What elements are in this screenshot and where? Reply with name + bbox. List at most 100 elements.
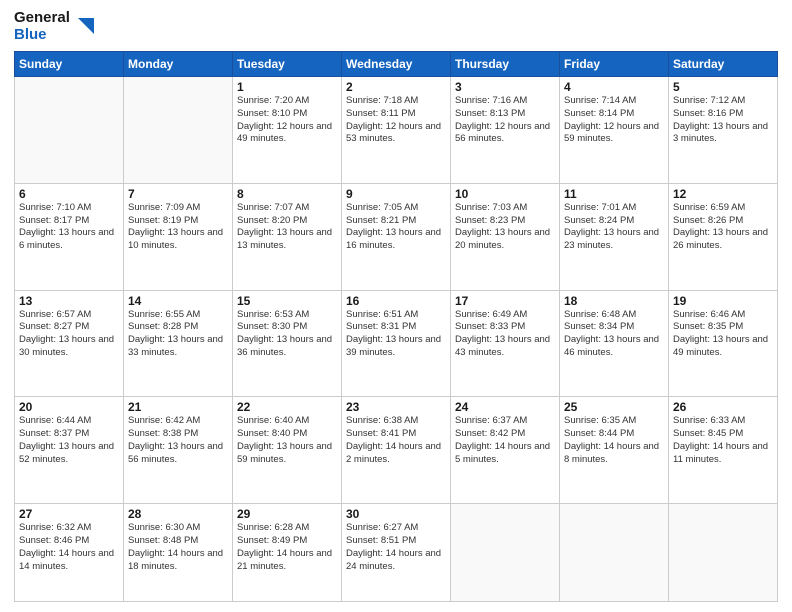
- day-info: Sunrise: 6:48 AM Sunset: 8:34 PM Dayligh…: [564, 309, 664, 360]
- calendar-cell: [15, 77, 124, 184]
- day-info: Sunrise: 6:53 AM Sunset: 8:30 PM Dayligh…: [237, 309, 337, 360]
- day-info: Sunrise: 6:27 AM Sunset: 8:51 PM Dayligh…: [346, 522, 446, 573]
- calendar-cell: 6Sunrise: 7:10 AM Sunset: 8:17 PM Daylig…: [15, 183, 124, 290]
- calendar-cell: 23Sunrise: 6:38 AM Sunset: 8:41 PM Dayli…: [342, 397, 451, 504]
- day-number: 10: [455, 187, 555, 201]
- calendar-cell: 24Sunrise: 6:37 AM Sunset: 8:42 PM Dayli…: [451, 397, 560, 504]
- calendar-week-3: 13Sunrise: 6:57 AM Sunset: 8:27 PM Dayli…: [15, 290, 778, 397]
- header: General Blue: [14, 10, 778, 43]
- day-number: 5: [673, 80, 773, 94]
- day-number: 22: [237, 400, 337, 414]
- calendar-cell: 21Sunrise: 6:42 AM Sunset: 8:38 PM Dayli…: [124, 397, 233, 504]
- day-number: 30: [346, 507, 446, 521]
- day-number: 23: [346, 400, 446, 414]
- day-info: Sunrise: 6:37 AM Sunset: 8:42 PM Dayligh…: [455, 415, 555, 466]
- day-number: 28: [128, 507, 228, 521]
- calendar-cell: 1Sunrise: 7:20 AM Sunset: 8:10 PM Daylig…: [233, 77, 342, 184]
- day-info: Sunrise: 7:14 AM Sunset: 8:14 PM Dayligh…: [564, 95, 664, 146]
- day-number: 1: [237, 80, 337, 94]
- calendar-cell: 27Sunrise: 6:32 AM Sunset: 8:46 PM Dayli…: [15, 504, 124, 602]
- day-info: Sunrise: 6:33 AM Sunset: 8:45 PM Dayligh…: [673, 415, 773, 466]
- calendar-cell: 17Sunrise: 6:49 AM Sunset: 8:33 PM Dayli…: [451, 290, 560, 397]
- day-number: 16: [346, 294, 446, 308]
- day-number: 29: [237, 507, 337, 521]
- day-info: Sunrise: 6:28 AM Sunset: 8:49 PM Dayligh…: [237, 522, 337, 573]
- calendar-week-2: 6Sunrise: 7:10 AM Sunset: 8:17 PM Daylig…: [15, 183, 778, 290]
- calendar-cell: 7Sunrise: 7:09 AM Sunset: 8:19 PM Daylig…: [124, 183, 233, 290]
- day-info: Sunrise: 7:20 AM Sunset: 8:10 PM Dayligh…: [237, 95, 337, 146]
- day-number: 14: [128, 294, 228, 308]
- calendar-cell: 25Sunrise: 6:35 AM Sunset: 8:44 PM Dayli…: [560, 397, 669, 504]
- calendar-week-4: 20Sunrise: 6:44 AM Sunset: 8:37 PM Dayli…: [15, 397, 778, 504]
- logo-wordmark: General Blue: [14, 10, 70, 43]
- weekday-header-thursday: Thursday: [451, 52, 560, 77]
- calendar-cell: [669, 504, 778, 602]
- calendar-cell: 8Sunrise: 7:07 AM Sunset: 8:20 PM Daylig…: [233, 183, 342, 290]
- calendar-cell: 28Sunrise: 6:30 AM Sunset: 8:48 PM Dayli…: [124, 504, 233, 602]
- calendar-cell: 30Sunrise: 6:27 AM Sunset: 8:51 PM Dayli…: [342, 504, 451, 602]
- calendar-cell: 18Sunrise: 6:48 AM Sunset: 8:34 PM Dayli…: [560, 290, 669, 397]
- day-number: 26: [673, 400, 773, 414]
- day-info: Sunrise: 7:12 AM Sunset: 8:16 PM Dayligh…: [673, 95, 773, 146]
- day-number: 8: [237, 187, 337, 201]
- day-info: Sunrise: 6:59 AM Sunset: 8:26 PM Dayligh…: [673, 202, 773, 253]
- day-number: 7: [128, 187, 228, 201]
- day-info: Sunrise: 7:01 AM Sunset: 8:24 PM Dayligh…: [564, 202, 664, 253]
- day-number: 15: [237, 294, 337, 308]
- calendar-cell: 19Sunrise: 6:46 AM Sunset: 8:35 PM Dayli…: [669, 290, 778, 397]
- day-info: Sunrise: 6:42 AM Sunset: 8:38 PM Dayligh…: [128, 415, 228, 466]
- day-number: 2: [346, 80, 446, 94]
- day-number: 9: [346, 187, 446, 201]
- day-number: 27: [19, 507, 119, 521]
- calendar-cell: 13Sunrise: 6:57 AM Sunset: 8:27 PM Dayli…: [15, 290, 124, 397]
- day-number: 18: [564, 294, 664, 308]
- day-info: Sunrise: 7:10 AM Sunset: 8:17 PM Dayligh…: [19, 202, 119, 253]
- day-info: Sunrise: 6:40 AM Sunset: 8:40 PM Dayligh…: [237, 415, 337, 466]
- weekday-header-wednesday: Wednesday: [342, 52, 451, 77]
- day-number: 11: [564, 187, 664, 201]
- day-number: 24: [455, 400, 555, 414]
- calendar-page: General Blue SundayMondayTuesdayWednesda…: [0, 0, 792, 612]
- calendar-cell: 4Sunrise: 7:14 AM Sunset: 8:14 PM Daylig…: [560, 77, 669, 184]
- day-info: Sunrise: 7:09 AM Sunset: 8:19 PM Dayligh…: [128, 202, 228, 253]
- calendar-cell: 22Sunrise: 6:40 AM Sunset: 8:40 PM Dayli…: [233, 397, 342, 504]
- logo-general: General: [14, 10, 70, 27]
- day-number: 4: [564, 80, 664, 94]
- calendar-cell: 5Sunrise: 7:12 AM Sunset: 8:16 PM Daylig…: [669, 77, 778, 184]
- logo-icon: [72, 14, 94, 36]
- day-info: Sunrise: 7:18 AM Sunset: 8:11 PM Dayligh…: [346, 95, 446, 146]
- day-number: 12: [673, 187, 773, 201]
- calendar-cell: 10Sunrise: 7:03 AM Sunset: 8:23 PM Dayli…: [451, 183, 560, 290]
- day-info: Sunrise: 6:55 AM Sunset: 8:28 PM Dayligh…: [128, 309, 228, 360]
- calendar-cell: 9Sunrise: 7:05 AM Sunset: 8:21 PM Daylig…: [342, 183, 451, 290]
- day-number: 13: [19, 294, 119, 308]
- calendar-cell: 11Sunrise: 7:01 AM Sunset: 8:24 PM Dayli…: [560, 183, 669, 290]
- day-info: Sunrise: 6:30 AM Sunset: 8:48 PM Dayligh…: [128, 522, 228, 573]
- day-number: 19: [673, 294, 773, 308]
- weekday-header-saturday: Saturday: [669, 52, 778, 77]
- day-info: Sunrise: 7:07 AM Sunset: 8:20 PM Dayligh…: [237, 202, 337, 253]
- calendar-table: SundayMondayTuesdayWednesdayThursdayFrid…: [14, 51, 778, 602]
- calendar-cell: 29Sunrise: 6:28 AM Sunset: 8:49 PM Dayli…: [233, 504, 342, 602]
- weekday-header-sunday: Sunday: [15, 52, 124, 77]
- day-info: Sunrise: 7:03 AM Sunset: 8:23 PM Dayligh…: [455, 202, 555, 253]
- calendar-cell: 12Sunrise: 6:59 AM Sunset: 8:26 PM Dayli…: [669, 183, 778, 290]
- calendar-cell: 3Sunrise: 7:16 AM Sunset: 8:13 PM Daylig…: [451, 77, 560, 184]
- calendar-cell: 16Sunrise: 6:51 AM Sunset: 8:31 PM Dayli…: [342, 290, 451, 397]
- calendar-cell: 15Sunrise: 6:53 AM Sunset: 8:30 PM Dayli…: [233, 290, 342, 397]
- day-info: Sunrise: 6:46 AM Sunset: 8:35 PM Dayligh…: [673, 309, 773, 360]
- day-number: 21: [128, 400, 228, 414]
- day-info: Sunrise: 6:38 AM Sunset: 8:41 PM Dayligh…: [346, 415, 446, 466]
- calendar-cell: 14Sunrise: 6:55 AM Sunset: 8:28 PM Dayli…: [124, 290, 233, 397]
- day-number: 20: [19, 400, 119, 414]
- calendar-cell: 26Sunrise: 6:33 AM Sunset: 8:45 PM Dayli…: [669, 397, 778, 504]
- day-info: Sunrise: 6:49 AM Sunset: 8:33 PM Dayligh…: [455, 309, 555, 360]
- calendar-week-5: 27Sunrise: 6:32 AM Sunset: 8:46 PM Dayli…: [15, 504, 778, 602]
- calendar-week-1: 1Sunrise: 7:20 AM Sunset: 8:10 PM Daylig…: [15, 77, 778, 184]
- day-info: Sunrise: 7:16 AM Sunset: 8:13 PM Dayligh…: [455, 95, 555, 146]
- day-info: Sunrise: 6:32 AM Sunset: 8:46 PM Dayligh…: [19, 522, 119, 573]
- calendar-cell: [124, 77, 233, 184]
- weekday-header-monday: Monday: [124, 52, 233, 77]
- calendar-cell: 2Sunrise: 7:18 AM Sunset: 8:11 PM Daylig…: [342, 77, 451, 184]
- calendar-cell: [451, 504, 560, 602]
